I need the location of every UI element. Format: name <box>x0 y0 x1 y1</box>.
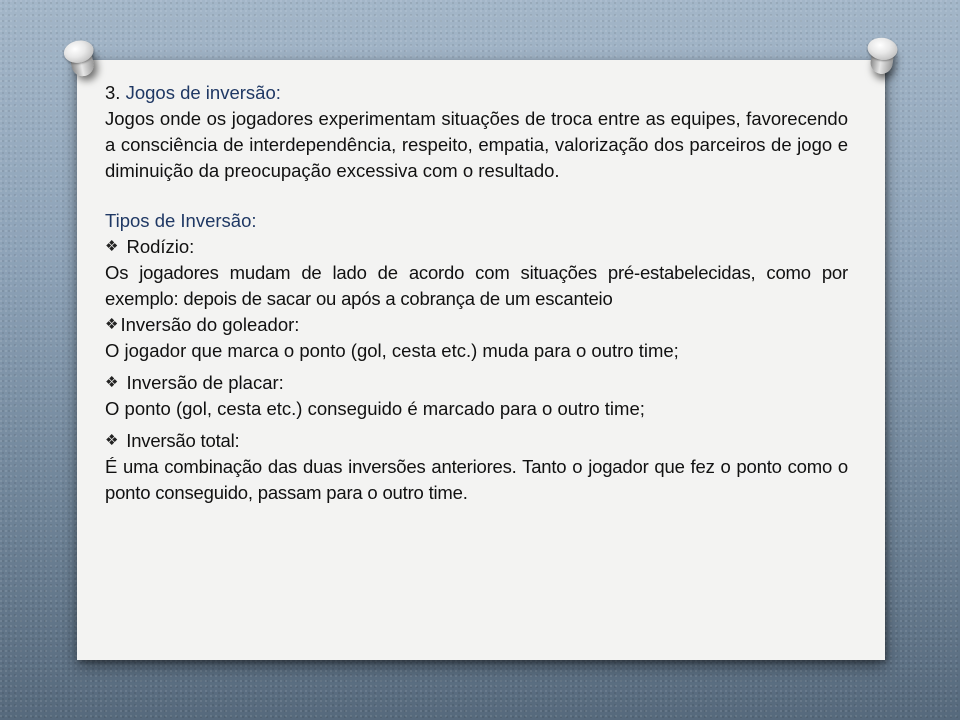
diamond-bullet-icon: ❖ <box>105 374 119 391</box>
heading-title: Jogos de inversão: <box>125 82 281 103</box>
pushpin-icon <box>863 35 903 84</box>
intro-paragraph: Jogos onde os jogadores experimentam sit… <box>105 108 848 181</box>
item-title-goleador: ❖ Inversão do goleador: <box>105 312 848 338</box>
pushpin-icon <box>61 37 104 87</box>
diamond-bullet-icon: ❖ <box>105 238 119 255</box>
heading-number: 3. <box>105 82 121 103</box>
section-heading: 3. Jogos de inversão: <box>105 80 848 106</box>
item-title-placar: ❖ Inversão de placar: <box>105 370 848 396</box>
diamond-bullet-icon: ❖ <box>105 316 119 333</box>
item-title-total: ❖ Inversão total: <box>105 428 848 454</box>
item-title-rodizio: ❖ Rodízio: <box>105 234 848 260</box>
diamond-bullet-icon: ❖ <box>105 432 119 449</box>
slide-content: 3. Jogos de inversão: Jogos onde os joga… <box>105 80 848 506</box>
item-text-rodizio: Os jogadores mudam de lado de acordo com… <box>105 262 848 309</box>
types-heading: Tipos de Inversão: <box>105 210 257 231</box>
item-text-placar: O ponto (gol, cesta etc.) conseguido é m… <box>105 398 645 419</box>
item-text-goleador: O jogador que marca o ponto (gol, cesta … <box>105 340 679 361</box>
item-text-total: É uma combinação das duas inversões ante… <box>105 456 848 503</box>
